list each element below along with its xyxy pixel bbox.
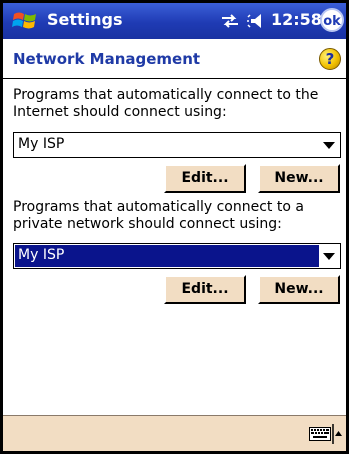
private-edit-button[interactable]: Edit... [164, 275, 246, 304]
private-new-button[interactable]: New... [258, 275, 340, 304]
speaker-icon[interactable] [247, 11, 269, 31]
private-network-value: My ISP [18, 247, 65, 263]
private-network-label: Programs that automatically connect to a… [13, 199, 304, 232]
clock[interactable]: 12:58 [271, 10, 322, 29]
page-title: Network Management [13, 50, 201, 68]
page-header: Network Management ? [3, 39, 346, 79]
keyboard-icon[interactable] [309, 427, 331, 441]
chevron-down-icon[interactable] [323, 142, 335, 149]
internet-connection-dropdown[interactable]: My ISP [13, 132, 341, 158]
internet-connection-label: Programs that automatically connect to t… [13, 87, 319, 120]
connectivity-arrows-icon[interactable] [219, 11, 241, 31]
windows-flag-icon[interactable] [12, 8, 38, 34]
sip-up-arrow-icon[interactable] [332, 424, 342, 444]
menu-bar [3, 415, 346, 451]
internet-edit-button[interactable]: Edit... [164, 164, 246, 193]
chevron-down-icon[interactable] [323, 253, 335, 260]
ok-button[interactable]: ok [320, 8, 344, 32]
title-bar: Settings 12:58 ok [3, 3, 346, 39]
internet-new-button[interactable]: New... [258, 164, 340, 193]
help-icon[interactable]: ? [319, 48, 341, 70]
app-title[interactable]: Settings [47, 10, 123, 29]
internet-connection-value: My ISP [18, 136, 65, 152]
private-network-dropdown[interactable]: My ISP [13, 243, 341, 269]
